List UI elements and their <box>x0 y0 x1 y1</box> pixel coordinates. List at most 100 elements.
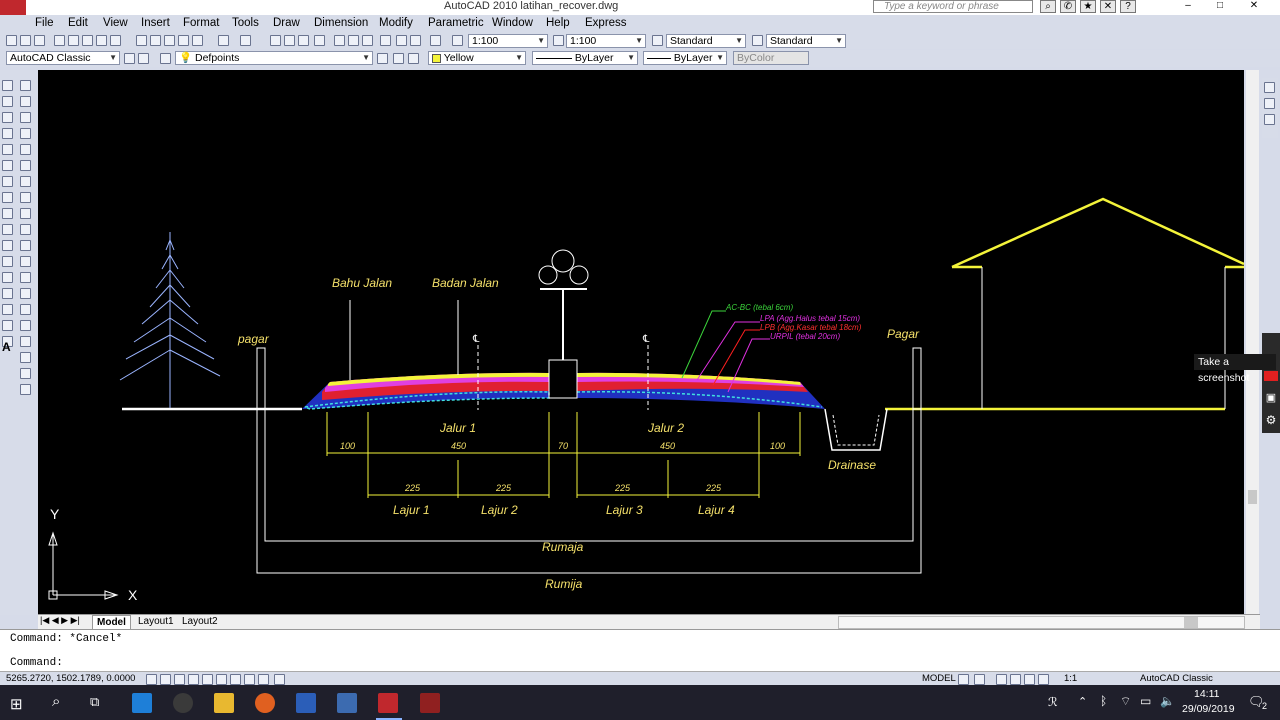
annotation-scale-combo[interactable]: 1:100 ▼ <box>468 34 548 48</box>
menu-window[interactable]: Window <box>492 17 533 29</box>
snap-toggle-icon[interactable] <box>146 674 157 685</box>
undo-icon[interactable] <box>218 35 229 46</box>
new-icon[interactable] <box>6 35 17 46</box>
properties-icon[interactable] <box>334 35 345 46</box>
layer-state-icon[interactable] <box>408 53 419 64</box>
join-icon[interactable] <box>20 272 31 283</box>
block-editor-icon[interactable] <box>192 35 203 46</box>
make-block-icon[interactable] <box>2 256 13 267</box>
media-app-icon[interactable] <box>173 693 193 713</box>
text-style-combo[interactable]: Standard ▼ <box>666 34 746 48</box>
command-prompt[interactable]: Command: <box>10 657 63 669</box>
qp-toggle-icon[interactable] <box>274 674 285 685</box>
menu-express[interactable]: Express <box>585 17 627 29</box>
people-icon[interactable]: ℛ <box>1048 695 1058 709</box>
task-view-icon[interactable]: ⧉ <box>90 694 99 710</box>
menu-view[interactable]: View <box>103 17 128 29</box>
image-icon[interactable]: ▣ <box>1264 391 1278 404</box>
plot-icon[interactable] <box>54 35 65 46</box>
workspace-combo[interactable]: AutoCAD Classic ▼ <box>6 51 120 65</box>
menu-edit[interactable]: Edit <box>68 17 88 29</box>
vertical-scroll-thumb[interactable] <box>1248 490 1257 504</box>
layout-icon[interactable] <box>1264 82 1275 93</box>
open-icon[interactable] <box>20 35 31 46</box>
polygon-icon[interactable] <box>2 128 13 139</box>
trim-icon[interactable] <box>20 224 31 235</box>
paste-icon[interactable] <box>164 35 175 46</box>
markup-icon[interactable] <box>396 35 407 46</box>
menu-draw[interactable]: Draw <box>273 17 300 29</box>
showmotion-icon[interactable] <box>1038 674 1049 685</box>
etransmit-icon[interactable] <box>110 35 121 46</box>
horizontal-scrollbar[interactable] <box>838 616 1245 629</box>
color-combo[interactable]: Yellow ▼ <box>428 51 526 65</box>
ellipse-icon[interactable] <box>2 224 13 235</box>
pan-icon[interactable] <box>270 35 281 46</box>
explode-icon[interactable] <box>20 320 31 331</box>
sheet-set-icon[interactable] <box>380 35 391 46</box>
pan-status-icon[interactable] <box>996 674 1007 685</box>
chamfer-icon[interactable] <box>20 288 31 299</box>
menu-file[interactable]: File <box>35 17 54 29</box>
circle-icon[interactable] <box>2 176 13 187</box>
firefox-icon[interactable] <box>255 693 275 713</box>
customize-icon[interactable] <box>138 53 149 64</box>
wifi-icon[interactable]: ⌔ <box>1120 694 1131 709</box>
tab-layout2[interactable]: Layout2 <box>178 615 222 629</box>
help-toolbar-icon[interactable] <box>430 35 441 46</box>
recorder-app-icon[interactable] <box>420 693 440 713</box>
make-current-icon[interactable] <box>377 53 388 64</box>
chevron-up-icon[interactable]: ⌃ <box>1078 695 1087 708</box>
search-icon[interactable]: ⌕ <box>52 693 60 710</box>
edge-browser-icon[interactable] <box>132 693 152 713</box>
bluetooth-icon[interactable]: ᛒ <box>1100 694 1107 708</box>
array-icon[interactable] <box>20 144 31 155</box>
help-icon[interactable]: ? <box>1120 0 1136 13</box>
dim-style-combo[interactable]: Standard ▼ <box>766 34 846 48</box>
tool-palettes-icon[interactable] <box>362 35 373 46</box>
dimension-icon[interactable] <box>20 384 31 395</box>
redo-icon[interactable] <box>240 35 251 46</box>
close-search-icon[interactable]: ✕ <box>1100 0 1116 13</box>
cut-icon[interactable] <box>136 35 147 46</box>
drawing-quickview-icon[interactable] <box>974 674 985 685</box>
coordinates-readout[interactable]: 5265.2720, 1502.1789, 0.0000 <box>6 673 135 684</box>
dyn-toggle-icon[interactable] <box>244 674 255 685</box>
close-button[interactable]: ✕ <box>1246 0 1262 13</box>
publish-icon[interactable] <box>82 35 93 46</box>
line-icon[interactable] <box>2 80 13 91</box>
communication-icon[interactable]: ✆ <box>1060 0 1076 13</box>
volume-icon[interactable]: 🔈 <box>1160 694 1175 708</box>
layout-quickview-icon[interactable] <box>958 674 969 685</box>
document-app-icon[interactable] <box>337 693 357 713</box>
construction-line-icon[interactable] <box>2 96 13 107</box>
offset-icon[interactable] <box>20 128 31 139</box>
menu-parametric[interactable]: Parametric <box>428 17 484 29</box>
text-edit-icon[interactable] <box>20 352 31 363</box>
menu-help[interactable]: Help <box>546 17 570 29</box>
osnap-toggle-icon[interactable] <box>202 674 213 685</box>
steeringwheel-icon[interactable] <box>1024 674 1035 685</box>
layer-combo[interactable]: 💡 Defpoints ▼ <box>175 51 373 65</box>
vertical-scrollbar[interactable] <box>1246 70 1259 615</box>
revcloud-icon[interactable] <box>2 192 13 203</box>
draworder-icon[interactable] <box>20 336 31 347</box>
favorites-icon[interactable]: ★ <box>1080 0 1096 13</box>
maximize-button[interactable]: □ <box>1212 0 1228 13</box>
zoom-previous-icon[interactable] <box>314 35 325 46</box>
menu-insert[interactable]: Insert <box>141 17 170 29</box>
spline-icon[interactable] <box>2 208 13 219</box>
zoom-status-icon[interactable] <box>1010 674 1021 685</box>
viewport-icon[interactable] <box>1264 98 1275 109</box>
tab-layout1[interactable]: Layout1 <box>134 615 178 629</box>
region-icon[interactable] <box>2 320 13 331</box>
zoom-window-icon[interactable] <box>298 35 309 46</box>
file-explorer-icon[interactable] <box>214 693 234 713</box>
rectangle-icon[interactable] <box>2 144 13 155</box>
erase-icon[interactable] <box>20 80 31 91</box>
minimize-button[interactable]: – <box>1180 0 1196 13</box>
design-center-icon[interactable] <box>348 35 359 46</box>
brush-icon[interactable] <box>20 368 31 379</box>
workspace-status[interactable]: AutoCAD Classic <box>1140 673 1213 684</box>
menu-tools[interactable]: Tools <box>232 17 259 29</box>
